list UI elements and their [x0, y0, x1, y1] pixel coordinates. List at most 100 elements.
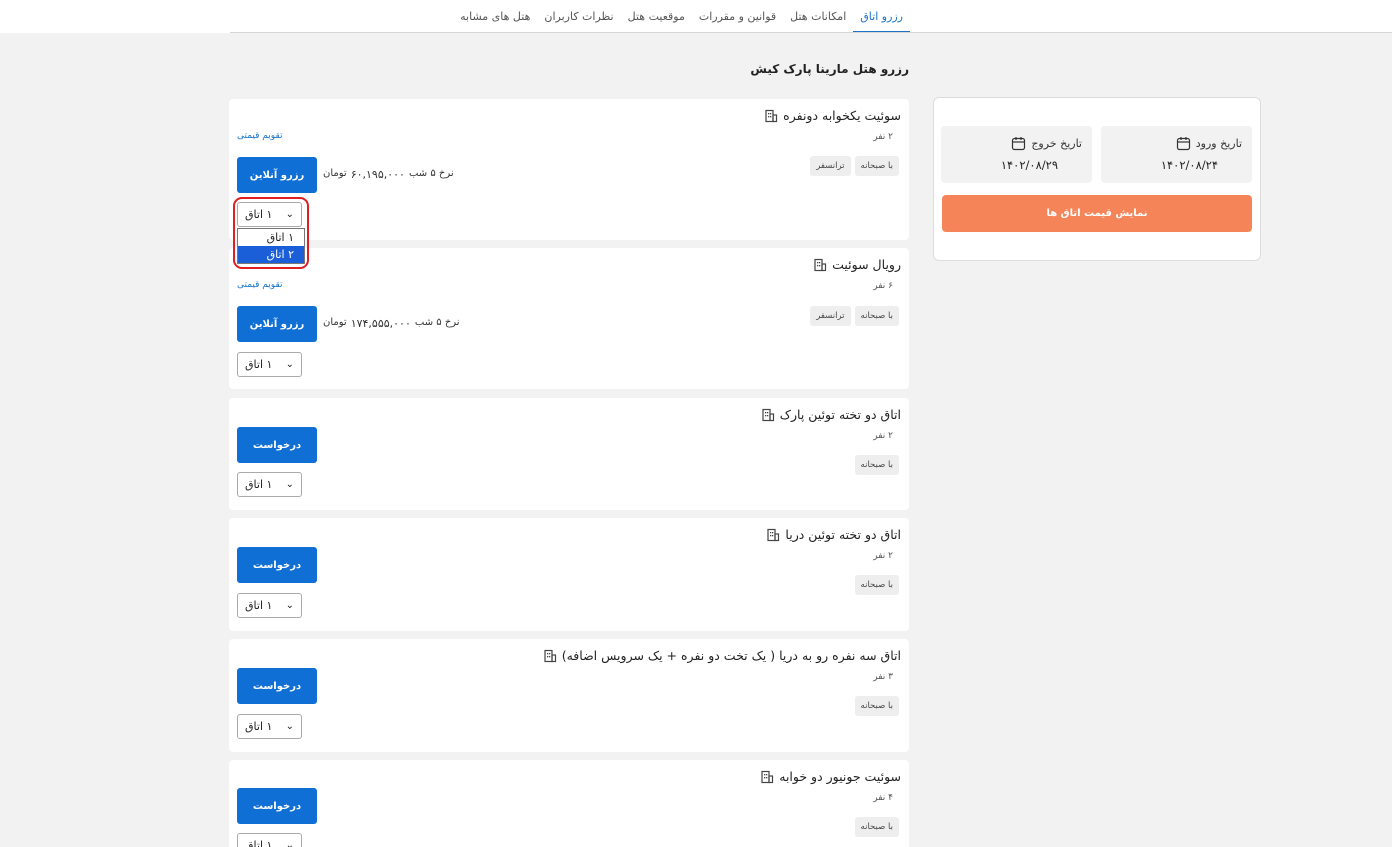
price-calendar-link[interactable]: تقویم قیمتی [237, 131, 283, 141]
checkout-label-text: تاریخ خروج [1031, 137, 1082, 150]
room-count-select[interactable]: ۱ اتاق ⌄ [237, 352, 302, 377]
breakfast-badge: با صبحانه [854, 696, 899, 716]
calendar-icon [1012, 137, 1026, 151]
checkout-label: تاریخ خروج [1011, 136, 1082, 151]
room-title: رویال سوئیت [813, 257, 901, 272]
room-badges: با صبحانه [854, 817, 899, 837]
request-button[interactable]: درخواست [237, 668, 317, 704]
select-value: ۱ اتاق [245, 599, 273, 612]
room-capacity: ۴ نفر [873, 793, 893, 803]
room-name: اتاق دو تخته توئین پارک [779, 407, 901, 422]
room-capacity: ۲ نفر [873, 132, 893, 142]
price-label: نرخ ۵ شب [414, 317, 460, 328]
room-title: سوئیت جونیور دو خوابه [760, 769, 901, 784]
tab-rules[interactable]: قوانین و مقررات [692, 0, 783, 33]
building-icon [762, 408, 774, 421]
calendar-icon [1176, 137, 1190, 151]
room-count-select[interactable]: ۱ اتاق ⌄ [237, 833, 302, 847]
breakfast-badge: با صبحانه [854, 817, 899, 837]
select-value: ۱ اتاق [245, 720, 273, 733]
dropdown-option[interactable]: ۱ اتاق [238, 229, 304, 246]
breakfast-badge: با صبحانه [854, 306, 899, 326]
tab-user-reviews[interactable]: نظرات کاربران [537, 0, 620, 33]
page-title: رزرو هتل مارینا پارک کیش [750, 62, 909, 76]
price-label: نرخ ۵ شب [408, 168, 454, 179]
select-value: ۱ اتاق [245, 208, 273, 221]
room-badges: با صبحانه ترانسفر [810, 156, 899, 176]
room-name: سوئیت یکخوابه دونفره [783, 108, 901, 123]
book-online-button[interactable]: رزرو آنلاین [237, 306, 317, 342]
price-value: ۱۷۴,۵۵۵,۰۰۰ [350, 317, 411, 330]
transfer-badge: ترانسفر [810, 306, 851, 326]
room-capacity: ۲ نفر [873, 551, 893, 561]
room-capacity: ۶ نفر [873, 281, 893, 291]
request-button[interactable]: درخواست [237, 788, 317, 824]
room-name: رویال سوئیت [832, 257, 901, 272]
select-value: ۱ اتاق [245, 839, 273, 847]
dropdown-option-selected[interactable]: ۲ اتاق [238, 246, 304, 263]
price-calendar-link[interactable]: تقویم قیمتی [237, 280, 283, 290]
show-room-prices-button[interactable]: نمایش قیمت اتاق ها [942, 195, 1252, 232]
breakfast-badge: با صبحانه [854, 575, 899, 595]
building-icon [814, 258, 827, 271]
checkout-date-value: ۱۴۰۲/۰۸/۲۹ [1000, 158, 1058, 172]
select-value: ۱ اتاق [245, 478, 273, 491]
room-name: اتاق سه نفره رو به دریا ( یک تخت دو نفره… [561, 648, 901, 663]
building-icon [765, 109, 778, 122]
room-title: سوئیت یکخوابه دونفره [764, 108, 901, 123]
book-online-button[interactable]: رزرو آنلاین [237, 157, 317, 193]
price-currency: تومان [323, 168, 347, 179]
room-name: سوئیت جونیور دو خوابه [779, 769, 901, 784]
tab-hotel-location[interactable]: موقعیت هتل [621, 0, 692, 33]
chevron-down-icon: ⌄ [285, 721, 294, 732]
request-button[interactable]: درخواست [237, 547, 317, 583]
tab-bar: رزرو اتاق امکانات هتل قوانین و مقررات مو… [440, 0, 910, 33]
select-value: ۱ اتاق [245, 358, 273, 371]
room-count-select[interactable]: ۱ اتاق ⌄ [237, 472, 302, 497]
chevron-down-icon: ⌄ [285, 840, 294, 847]
room-badges: با صبحانه ترانسفر [810, 306, 899, 326]
room-count-select[interactable]: ۱ اتاق ⌄ [237, 202, 302, 227]
room-badges: با صبحانه [854, 696, 899, 716]
room-price: نرخ ۵ شب ۶۰,۱۹۵,۰۰۰ تومان [323, 168, 454, 181]
transfer-badge: ترانسفر [810, 156, 851, 176]
room-badges: با صبحانه [854, 575, 899, 595]
room-count-select[interactable]: ۱ اتاق ⌄ [237, 714, 302, 739]
room-card: رویال سوئیت ۶ نفر با صبحانه ترانسفر تقوی… [229, 248, 909, 389]
request-button[interactable]: درخواست [237, 427, 317, 463]
price-currency: تومان [323, 317, 347, 328]
room-price: نرخ ۵ شب ۱۷۴,۵۵۵,۰۰۰ تومان [323, 317, 460, 330]
room-count-select[interactable]: ۱ اتاق ⌄ [237, 593, 302, 618]
chevron-down-icon: ⌄ [285, 600, 294, 611]
breakfast-badge: با صبحانه [854, 455, 899, 475]
room-title: اتاق دو تخته توئین دریا [766, 527, 901, 542]
checkin-date-box[interactable]: تاریخ ورود ۱۴۰۲/۰۸/۲۴ [1101, 126, 1252, 183]
room-title: اتاق دو تخته توئین پارک [761, 407, 901, 422]
building-icon [767, 528, 780, 541]
chevron-down-icon: ⌄ [285, 359, 294, 370]
room-title: اتاق سه نفره رو به دریا ( یک تخت دو نفره… [543, 648, 901, 663]
tab-hotel-facilities[interactable]: امکانات هتل [783, 0, 853, 33]
checkout-date-box[interactable]: تاریخ خروج ۱۴۰۲/۰۸/۲۹ [941, 126, 1092, 183]
building-icon [544, 649, 556, 662]
tab-room-booking[interactable]: رزرو اتاق [853, 0, 910, 33]
room-capacity: ۳ نفر [873, 672, 893, 682]
room-card: اتاق دو تخته توئین پارک ۲ نفر با صبحانه … [229, 398, 909, 510]
checkin-date-value: ۱۴۰۲/۰۸/۲۴ [1160, 158, 1218, 172]
room-card: سوئیت یکخوابه دونفره ۲ نفر با صبحانه ترا… [229, 99, 909, 240]
checkin-label: تاریخ ورود [1176, 136, 1242, 151]
navbar-divider [230, 32, 1392, 33]
chevron-down-icon: ⌄ [285, 209, 294, 220]
room-name: اتاق دو تخته توئین دریا [785, 527, 901, 542]
room-count-dropdown-list: ۱ اتاق ۲ اتاق [237, 228, 305, 264]
top-navbar: رزرو اتاق امکانات هتل قوانین و مقررات مو… [0, 0, 1392, 33]
room-card: اتاق سه نفره رو به دریا ( یک تخت دو نفره… [229, 639, 909, 752]
room-card: اتاق دو تخته توئین دریا ۲ نفر با صبحانه … [229, 518, 909, 631]
building-icon [761, 770, 774, 783]
room-card: سوئیت جونیور دو خوابه ۴ نفر با صبحانه در… [229, 760, 909, 847]
room-badges: با صبحانه [854, 455, 899, 475]
breakfast-badge: با صبحانه [854, 156, 899, 176]
room-capacity: ۲ نفر [873, 431, 893, 441]
chevron-down-icon: ⌄ [285, 479, 294, 490]
tab-similar-hotels[interactable]: هتل های مشابه [453, 0, 537, 33]
